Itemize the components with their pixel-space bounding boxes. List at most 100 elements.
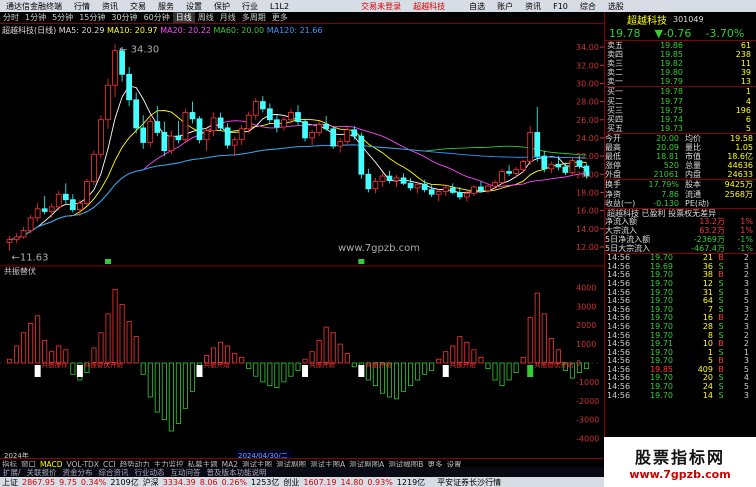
tick-volume: 1: [707, 347, 713, 357]
event-marker[interactable]: [358, 259, 365, 264]
sub-indicator-bar: [21, 332, 27, 364]
menu-service[interactable]: 服务: [152, 1, 180, 12]
period-month[interactable]: 月线: [217, 12, 239, 23]
news-ticker[interactable]: 平安证券长沙行情: [435, 477, 503, 487]
candle-body: [499, 171, 505, 183]
menu-settings[interactable]: 设置: [180, 1, 208, 12]
menu-industry[interactable]: 行业: [236, 1, 264, 12]
ask-price: 19.82: [660, 59, 683, 69]
period-multi[interactable]: 多周期: [239, 12, 269, 23]
panel-header: 超越科技 301049: [605, 12, 756, 27]
event-marker[interactable]: [105, 259, 112, 264]
period-30min[interactable]: 30分钟: [108, 12, 140, 23]
kline-chart[interactable]: 共振操作 共振替伏开始 共振开始 共振开始 共振开始 共振开始 共振替伏开始 34.00 32…: [0, 24, 604, 470]
ask-row: 卖一 19.79 13: [605, 77, 756, 86]
candle-body: [372, 181, 379, 190]
stat-label-2: 均价: [685, 133, 701, 143]
sub-indicator-bar: [436, 358, 442, 364]
candle-body: [555, 163, 562, 168]
sub-indicator-bar: [70, 362, 76, 375]
stat-value-2: 24633: [727, 170, 753, 180]
ma120-value: MA120: 21.66: [266, 26, 323, 35]
menu-f10[interactable]: F10: [547, 2, 574, 11]
sub-axis-label: 1000: [576, 340, 596, 349]
trade-login-alert[interactable]: 交易未登录: [355, 1, 407, 12]
menu-info[interactable]: 资讯: [519, 1, 547, 12]
menu-watchlist[interactable]: 自选: [463, 1, 491, 12]
period-1min[interactable]: 1分钟: [22, 12, 49, 23]
info-tab[interactable]: 普及版本功能说明: [204, 467, 270, 477]
candle-body: [386, 175, 393, 182]
flow-pct: -1%: [737, 244, 753, 254]
bid-label: 买一: [607, 87, 623, 97]
index-change: 8.06: [199, 477, 218, 487]
stat-label-2: 流通: [685, 189, 701, 199]
info-tab[interactable]: 互动问答: [168, 467, 204, 477]
price-axis-label: 18.00: [576, 188, 599, 197]
info-tab[interactable]: 行业动态: [132, 467, 168, 477]
candle-body: [442, 187, 449, 192]
period-60min[interactable]: 60分钟: [141, 12, 173, 23]
candle-body: [428, 189, 435, 195]
signal-marker: [442, 365, 449, 377]
menu-market[interactable]: 行情: [68, 1, 96, 12]
candle-body: [105, 84, 111, 121]
sub-indicator-bar: [337, 343, 343, 364]
menu-overview[interactable]: 综合: [574, 1, 602, 12]
candle-body: [27, 217, 34, 231]
price-axis-label: 14.00: [576, 225, 599, 234]
panel-price-row: 19.78 ▼-0.76 -3.70%: [605, 26, 756, 40]
sub-indicator-bar: [288, 362, 294, 377]
menu-protect[interactable]: 保护: [208, 1, 236, 12]
last-price: 19.78: [609, 26, 641, 40]
info-tab[interactable]: 扩展/: [0, 467, 24, 477]
candle-body: [55, 193, 62, 208]
stat-row: 收益(一) -0.130 PE(动): [605, 199, 756, 208]
stat-label: 净资: [605, 189, 621, 199]
signal-marker: [76, 365, 83, 377]
menu-l1l2[interactable]: L1L2: [264, 2, 295, 11]
sub-indicator-bar: [527, 317, 533, 364]
sub-indicator-bar: [302, 358, 308, 364]
period-day[interactable]: 日线: [172, 12, 195, 23]
flow-label: 5日大宗流入: [605, 244, 651, 254]
period-more[interactable]: 更多: [269, 12, 291, 23]
index-name: 创业: [283, 477, 300, 487]
candle-body: [421, 183, 428, 191]
period-5min[interactable]: 5分钟: [49, 12, 76, 23]
menu-news[interactable]: 资讯: [96, 1, 124, 12]
bid-volume: 5: [745, 123, 751, 133]
tick-list[interactable]: 14:56 19.70 21 B 2 14:56 19.69 36 S 3 14:56 19.70 38…: [605, 253, 756, 400]
sub-indicator-bar: [316, 339, 322, 364]
sub-axis-label: 4000: [576, 283, 596, 292]
stat-row: 最低 18.81 市值 18.6亿: [605, 152, 756, 161]
candle-body: [534, 132, 541, 157]
menu-account[interactable]: 账户: [491, 1, 519, 12]
info-tab[interactable]: 资金分布: [60, 467, 96, 477]
info-tab[interactable]: 关联报价: [24, 467, 60, 477]
ask-label: 卖四: [607, 50, 623, 60]
candle-body: [464, 192, 470, 198]
ask-price: 19.85: [660, 50, 683, 60]
title-stock: 超越科技: [413, 1, 446, 11]
flow-value: -467.4万: [691, 244, 725, 254]
menu-screen[interactable]: 选股: [602, 1, 630, 12]
candle-body: [41, 208, 48, 212]
sub-indicator-bar: [154, 362, 160, 413]
sub-indicator-bar: [42, 339, 48, 364]
info-tab[interactable]: 综合资讯: [96, 467, 132, 477]
candle-body: [520, 161, 527, 171]
stat-value-2: 1.05: [735, 143, 753, 153]
sub-indicator-bar: [323, 326, 329, 364]
candle-body: [569, 160, 576, 173]
candle-body: [337, 141, 344, 147]
candle-body: [351, 129, 358, 137]
stat-label-2: 股本: [685, 180, 701, 190]
period-15min[interactable]: 15分钟: [76, 12, 108, 23]
sub-indicator-bar: [260, 362, 266, 383]
candle-body: [449, 187, 456, 193]
menu-trade[interactable]: 交易: [124, 1, 152, 12]
bid-volume: 196: [735, 105, 751, 115]
period-week[interactable]: 周线: [195, 12, 217, 23]
period-intraday[interactable]: 分时: [0, 12, 22, 23]
